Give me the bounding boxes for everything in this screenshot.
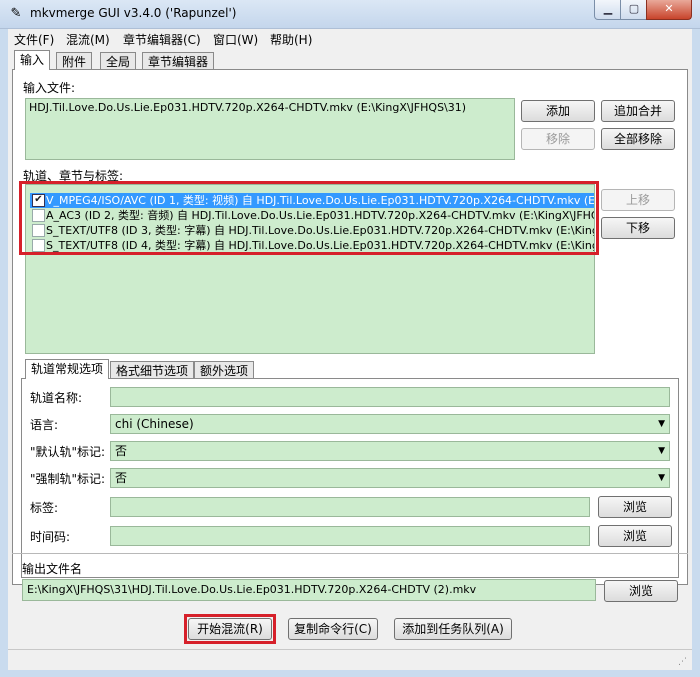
tracks-list[interactable]: ✔ V_MPEG4/ISO/AVC (ID 1, 类型: 视频) 自 HDJ.T…: [25, 184, 595, 354]
minimize-button[interactable]: ▁: [594, 0, 622, 20]
timecodes-label: 时间码:: [30, 530, 71, 544]
output-filename-label: 输出文件名: [22, 562, 83, 576]
forced-track-label: "强制轨"标记:: [30, 472, 106, 486]
chevron-down-icon: ▼: [658, 446, 665, 456]
add-button[interactable]: 添加: [521, 100, 595, 122]
close-icon: ✕: [664, 2, 674, 15]
track-name-label: 轨道名称:: [30, 391, 83, 405]
tab-attachments[interactable]: 附件: [56, 52, 93, 70]
tab-input[interactable]: 输入: [14, 50, 51, 70]
move-up-button[interactable]: 上移: [601, 189, 675, 211]
menu-help[interactable]: 帮助(H): [270, 31, 312, 48]
add-to-queue-button[interactable]: 添加到任务队列(A): [394, 618, 512, 640]
menu-bar: 文件(F) 混流(M) 章节编辑器(C) 窗口(W) 帮助(H): [8, 29, 692, 49]
track-checkbox[interactable]: [32, 209, 45, 222]
tab-extra-options[interactable]: 额外选项: [194, 361, 255, 379]
close-button[interactable]: ✕: [646, 0, 692, 20]
status-bar: ⋰: [8, 649, 692, 670]
forced-track-select[interactable]: 否 ▼: [110, 468, 670, 488]
list-item[interactable]: HDJ.Til.Love.Do.Us.Lie.Ep031.HDTV.720p.X…: [29, 101, 466, 114]
tab-chapter-editor[interactable]: 章节编辑器: [142, 52, 215, 70]
timecodes-browse-button[interactable]: 浏览: [598, 525, 672, 547]
output-filename-input[interactable]: E:\KingX\JFHQS\31\HDJ.Til.Love.Do.Us.Lie…: [22, 579, 596, 601]
minimize-icon: ▁: [603, 2, 613, 15]
tab-format-details[interactable]: 格式细节选项: [110, 361, 195, 379]
track-checkbox[interactable]: [32, 239, 45, 252]
remove-all-button[interactable]: 全部移除: [601, 128, 675, 150]
track-checkbox[interactable]: ✔: [32, 194, 45, 207]
language-select[interactable]: chi (Chinese) ▼: [110, 414, 670, 434]
chevron-down-icon: ▼: [658, 473, 665, 483]
table-row[interactable]: ✔ V_MPEG4/ISO/AVC (ID 1, 类型: 视频) 自 HDJ.T…: [30, 193, 594, 208]
copy-command-line-button[interactable]: 复制命令行(C): [288, 618, 378, 640]
menu-mux[interactable]: 混流(M): [66, 31, 110, 48]
table-row[interactable]: S_TEXT/UTF8 (ID 4, 类型: 字幕) 自 HDJ.Til.Lov…: [30, 238, 594, 253]
tags-input[interactable]: [110, 497, 590, 517]
mkvmerge-app-icon: ✎: [10, 6, 22, 21]
append-button[interactable]: 追加合并: [601, 100, 675, 122]
menu-chapter-editor[interactable]: 章节编辑器(C): [123, 31, 201, 48]
input-tab-panel: 输入文件: HDJ.Til.Love.Do.Us.Lie.Ep031.HDTV.…: [12, 69, 688, 585]
move-down-button[interactable]: 下移: [601, 217, 675, 239]
track-options-panel: 轨道名称: 语言: chi (Chinese) ▼ "默认轨"标记: 否 ▼ "…: [21, 378, 679, 578]
table-row[interactable]: A_AC3 (ID 2, 类型: 音频) 自 HDJ.Til.Love.Do.U…: [30, 208, 594, 223]
menu-window[interactable]: 窗口(W): [213, 31, 258, 48]
track-name-input[interactable]: [110, 387, 670, 407]
resize-grip-icon[interactable]: ⋰: [678, 656, 690, 668]
language-label: 语言:: [30, 418, 59, 432]
default-track-select[interactable]: 否 ▼: [110, 441, 670, 461]
maximize-icon: ▢: [628, 2, 640, 15]
tab-track-general[interactable]: 轨道常规选项: [25, 359, 110, 379]
remove-button[interactable]: 移除: [521, 128, 595, 150]
main-window: 文件(F) 混流(M) 章节编辑器(C) 窗口(W) 帮助(H) 输入 附件 全…: [8, 29, 692, 670]
chevron-down-icon: ▼: [658, 419, 665, 429]
checkmark-icon: ✔: [34, 194, 43, 205]
output-browse-button[interactable]: 浏览: [604, 580, 678, 602]
input-files-label: 输入文件:: [23, 81, 76, 95]
table-row[interactable]: S_TEXT/UTF8 (ID 3, 类型: 字幕) 自 HDJ.Til.Lov…: [30, 223, 594, 238]
tab-global[interactable]: 全局: [100, 52, 137, 70]
track-checkbox[interactable]: [32, 224, 45, 237]
tags-label: 标签:: [30, 501, 59, 515]
menu-file[interactable]: 文件(F): [14, 31, 54, 48]
tags-browse-button[interactable]: 浏览: [598, 496, 672, 518]
tracks-label: 轨道、章节与标签:: [23, 169, 124, 183]
window-title: mkvmerge GUI v3.4.0 ('Rapunzel'): [30, 6, 237, 20]
title-bar[interactable]: ✎ mkvmerge GUI v3.4.0 ('Rapunzel') ▁ ▢ ✕: [0, 0, 700, 29]
timecodes-input[interactable]: [110, 526, 590, 546]
separator: [12, 553, 688, 554]
start-muxing-button[interactable]: 开始混流(R): [188, 618, 272, 640]
maximize-button[interactable]: ▢: [620, 0, 648, 20]
default-track-label: "默认轨"标记:: [30, 445, 106, 459]
input-files-list[interactable]: HDJ.Til.Love.Do.Us.Lie.Ep031.HDTV.720p.X…: [25, 98, 515, 160]
